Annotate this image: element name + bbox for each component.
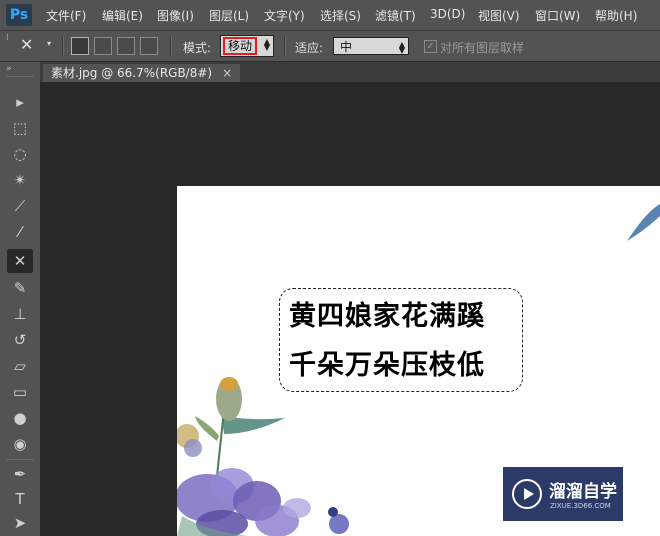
photoshop-logo: Ps	[6, 4, 32, 26]
menu-view[interactable]: 视图(V)	[478, 7, 520, 24]
type-tool-icon[interactable]: T	[7, 487, 33, 511]
flower-shape	[283, 498, 311, 518]
watermark-badge: 溜溜自学 ZIXUE.3D66.COM	[503, 467, 623, 521]
tool-separator	[6, 76, 34, 77]
sample-all-layers-checkbox[interactable]: ✓	[424, 40, 437, 53]
move-tool-icon[interactable]: ▸	[7, 90, 33, 114]
pen-tool-icon[interactable]: ✒	[7, 462, 33, 486]
menu-layer[interactable]: 图层(L)	[209, 7, 249, 24]
add-to-selection-icon[interactable]	[94, 37, 112, 55]
close-tab-icon[interactable]: ×	[222, 66, 232, 80]
menu-window[interactable]: 窗口(W)	[535, 7, 580, 24]
path-selection-tool-icon[interactable]: ➤	[7, 511, 33, 535]
options-bar: ⁞ ✕ ▾ 模式: 移动 ▲ ▼ 适应: 中 ▲ ▼ ✓ 对所有图层取样	[0, 31, 660, 62]
history-brush-tool-icon[interactable]: ↺	[7, 328, 33, 352]
document-tab-title: 素材.jpg @ 66.7%(RGB/8#)	[51, 66, 213, 80]
gradient-tool-icon[interactable]: ▭	[7, 380, 33, 404]
adapt-spinner-icon: ▲ ▼	[398, 40, 405, 55]
adapt-value: 中	[340, 40, 353, 54]
options-grip-icon: ⁞	[6, 33, 9, 43]
mode-spinner-icon: ▲ ▼	[263, 37, 270, 52]
menu-help[interactable]: 帮助(H)	[595, 7, 637, 24]
menu-type[interactable]: 文字(Y)	[264, 7, 305, 24]
flower-shape	[328, 507, 338, 517]
menu-file[interactable]: 文件(F)	[46, 7, 86, 24]
content-aware-move-tool-icon[interactable]: ✕	[7, 249, 33, 273]
adapt-select[interactable]: 中 ▲ ▼	[333, 37, 409, 55]
clone-stamp-tool-icon[interactable]: ⊥	[7, 302, 33, 326]
dodge-tool-icon[interactable]: ◉	[7, 432, 33, 456]
document-tab[interactable]: 素材.jpg @ 66.7%(RGB/8#) ×	[43, 64, 241, 82]
sample-all-layers-label: 对所有图层取样	[440, 41, 525, 55]
crop-tool-icon[interactable]: ⟋	[7, 194, 33, 218]
flower-bud-shape	[220, 377, 238, 391]
watermark-subtitle: ZIXUE.3D66.COM	[550, 502, 611, 510]
canvas-text-line-2: 千朵万朵压枝低	[289, 350, 485, 381]
canvas-area[interactable]: 黄四娘家花满蹊 千朵万朵压枝低 溜溜自学 ZIXUE.3D66.COM	[40, 82, 660, 536]
marquee-tool-icon[interactable]: ⬚	[7, 116, 33, 140]
menu-filter[interactable]: 滤镜(T)	[375, 7, 416, 24]
menu-image[interactable]: 图像(I)	[157, 7, 194, 24]
flower-shape	[184, 439, 202, 457]
tools-panel: » ▸ ⬚ ◌ ✴ ⟋ ⁄ ✕ ✎ ⊥ ↺ ▱ ▭ ● ◉ ✒ T ➤	[0, 62, 41, 536]
new-selection-icon[interactable]	[71, 37, 89, 55]
blur-tool-icon[interactable]: ●	[7, 406, 33, 430]
play-logo-icon	[512, 479, 542, 509]
lasso-tool-icon[interactable]: ◌	[7, 142, 33, 166]
options-separator	[284, 37, 286, 57]
eyedropper-tool-icon[interactable]: ⁄	[7, 220, 33, 244]
document-tab-strip: 素材.jpg @ 66.7%(RGB/8#) ×	[40, 62, 660, 82]
watermark-title: 溜溜自学	[549, 482, 617, 502]
canvas-text-line-1: 黄四娘家花满蹊	[289, 301, 485, 332]
mode-label: 模式:	[183, 41, 212, 55]
brush-tool-icon[interactable]: ✎	[7, 276, 33, 300]
tools-collapse-icon[interactable]: »	[6, 64, 12, 74]
tool-preset-dropdown-icon[interactable]: ▾	[47, 39, 51, 48]
menu-3d[interactable]: 3D(D)	[430, 7, 465, 21]
options-separator	[170, 37, 172, 57]
mode-select[interactable]: 移动 ▲ ▼	[220, 35, 274, 57]
magic-wand-tool-icon[interactable]: ✴	[7, 168, 33, 192]
eraser-tool-icon[interactable]: ▱	[7, 354, 33, 378]
flower-shape	[329, 514, 349, 534]
menu-bar: Ps 文件(F) 编辑(E) 图像(I) 图层(L) 文字(Y) 选择(S) 滤…	[0, 0, 660, 31]
tool-preset-icon[interactable]: ✕	[20, 35, 33, 54]
leaf-shape	[627, 204, 660, 241]
tool-separator	[6, 459, 34, 460]
menu-select[interactable]: 选择(S)	[320, 7, 361, 24]
options-separator	[62, 37, 64, 57]
adapt-label: 适应:	[295, 41, 324, 55]
subtract-from-selection-icon[interactable]	[117, 37, 135, 55]
mode-value: 移动	[223, 37, 258, 55]
intersect-selection-icon[interactable]	[140, 37, 158, 55]
menu-edit[interactable]: 编辑(E)	[102, 7, 143, 24]
